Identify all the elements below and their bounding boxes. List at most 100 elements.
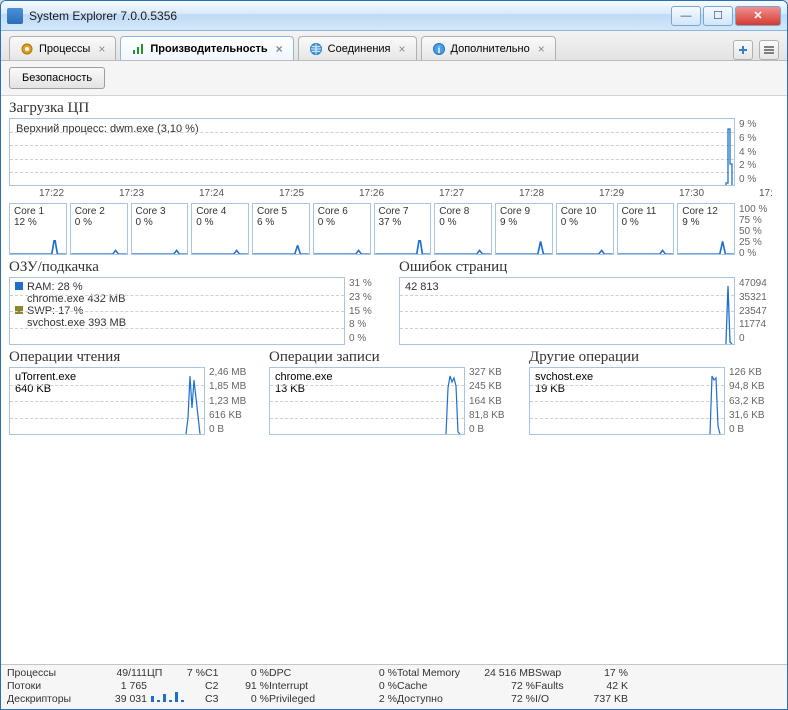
core-pct: 37 %: [379, 217, 427, 228]
titlebar[interactable]: System Explorer 7.0.0.5356 — ☐ ✕: [1, 1, 787, 31]
core-name: Core 10: [561, 206, 609, 217]
close-icon[interactable]: ×: [276, 42, 283, 56]
sb-c3-val: 0 %: [233, 693, 269, 705]
ops-other-y: 126 KB94,8 KB63,2 KB31,6 KB0 B: [729, 367, 779, 435]
ram-title: ОЗУ/подкачка: [9, 259, 389, 276]
plus-icon: [737, 44, 749, 56]
sb-threads-val: 1 765: [97, 680, 147, 692]
ram-graph[interactable]: RAM: 28 % chrome.exe 432 MB SWP: 17 % sv…: [9, 277, 345, 345]
close-icon[interactable]: ×: [538, 42, 545, 56]
core-box-10[interactable]: Core 100 %: [556, 203, 614, 255]
core-pct: 6 %: [257, 217, 305, 228]
core-box-5[interactable]: Core 56 %: [252, 203, 310, 255]
core-name: Core 8: [439, 206, 487, 217]
core-box-7[interactable]: Core 737 %: [374, 203, 432, 255]
sb-c1-label: C1: [205, 667, 233, 679]
sb-io-val: 737 KB: [580, 693, 628, 705]
faults-graph[interactable]: 42 813: [399, 277, 735, 345]
sb-cpu-val: 7 %: [175, 667, 205, 679]
sb-totalmem-label: Total Memory: [397, 667, 473, 679]
cores-row: Core 112 %Core 20 %Core 30 %Core 40 %Cor…: [9, 203, 779, 255]
core-box-8[interactable]: Core 80 %: [434, 203, 492, 255]
section-cpu: Загрузка ЦП Верхний процесс: dwm.exe (3,…: [9, 100, 779, 199]
sb-avail-val: 72 %: [473, 693, 535, 705]
core-name: Core 3: [136, 206, 184, 217]
menu-icon: [763, 45, 775, 55]
sb-interrupt-label: Interrupt: [269, 680, 319, 692]
faults-y-axis: 470943532123547117740: [739, 277, 779, 345]
maximize-button[interactable]: ☐: [703, 6, 733, 26]
cpu-top-process: Верхний процесс: dwm.exe (3,10 %): [16, 123, 728, 135]
core-name: Core 6: [318, 206, 366, 217]
core-name: Core 9: [500, 206, 548, 217]
ops-read-proc: uTorrent.exe: [15, 371, 199, 383]
info-icon: i: [432, 42, 446, 56]
close-icon[interactable]: ×: [98, 42, 105, 56]
window-title: System Explorer 7.0.0.5356: [29, 9, 177, 23]
core-pct: 9 %: [682, 217, 730, 228]
core-box-3[interactable]: Core 30 %: [131, 203, 189, 255]
core-name: Core 5: [257, 206, 305, 217]
ops-read-graph[interactable]: uTorrent.exe 640 KB: [9, 367, 205, 435]
tab-label: Процессы: [39, 43, 90, 55]
core-name: Core 11: [622, 206, 670, 217]
cpu-y-axis: 9 %6 %4 %2 %0 %: [739, 118, 779, 186]
core-pct: 12 %: [14, 217, 62, 228]
close-icon[interactable]: ×: [399, 42, 406, 56]
ram-line: RAM: 28 %: [27, 281, 83, 293]
core-pct: 0 %: [318, 217, 366, 228]
sb-cpu-label: ЦП: [147, 667, 175, 679]
close-button[interactable]: ✕: [735, 6, 781, 26]
cpu-graph[interactable]: Верхний процесс: dwm.exe (3,10 %): [9, 118, 735, 186]
core-box-9[interactable]: Core 99 %: [495, 203, 553, 255]
window-controls: — ☐ ✕: [669, 6, 781, 26]
sb-c2-label: C2: [205, 680, 233, 692]
tab-performance[interactable]: Производительность ×: [120, 36, 293, 60]
sb-priv-label: Privileged: [269, 693, 319, 705]
tab-additional[interactable]: i Дополнительно ×: [421, 36, 556, 60]
core-box-2[interactable]: Core 20 %: [70, 203, 128, 255]
core-pct: 0 %: [439, 217, 487, 228]
ops-other-title: Другие операции: [529, 349, 779, 366]
sb-handles-label: Дескрипторы: [7, 693, 97, 705]
content-area: Загрузка ЦП Верхний процесс: dwm.exe (3,…: [1, 96, 787, 664]
ops-read-title: Операции чтения: [9, 349, 259, 366]
chart-icon: [131, 42, 145, 56]
core-box-4[interactable]: Core 40 %: [191, 203, 249, 255]
cores-y-axis: 100 %75 %50 %25 %0 %: [739, 203, 779, 255]
status-bar: Процессы 49/111 ЦП 7 % C1 0 % DPC 0 % To…: [1, 664, 787, 709]
core-box-6[interactable]: Core 60 %: [313, 203, 371, 255]
tab-menu-button[interactable]: [759, 40, 779, 60]
core-box-1[interactable]: Core 112 %: [9, 203, 67, 255]
ram-swatch: [15, 282, 23, 290]
core-pct: 0 %: [75, 217, 123, 228]
tab-processes[interactable]: Процессы ×: [9, 36, 116, 60]
core-box-11[interactable]: Core 110 %: [617, 203, 675, 255]
core-pct: 0 %: [136, 217, 184, 228]
sb-priv-val: 2 %: [367, 693, 397, 705]
sb-dpc-label: DPC: [269, 667, 319, 679]
core-box-12[interactable]: Core 129 %: [677, 203, 735, 255]
security-button[interactable]: Безопасность: [9, 67, 105, 89]
add-tab-button[interactable]: [733, 40, 753, 60]
ops-write-graph[interactable]: chrome.exe 13 KB: [269, 367, 465, 435]
ops-other-graph[interactable]: svchost.exe 19 KB: [529, 367, 725, 435]
ram-y-axis: 31 %23 %15 %8 %0 %: [349, 277, 389, 345]
tab-label: Производительность: [150, 43, 267, 55]
sb-cache-val: 72 %: [473, 680, 535, 692]
ops-write-proc: chrome.exe: [275, 371, 459, 383]
sb-dpc-val: 0 %: [367, 667, 397, 679]
sb-swap-label: Swap: [535, 667, 580, 679]
sb-c1-val: 0 %: [233, 667, 269, 679]
minimize-button[interactable]: —: [671, 6, 701, 26]
sb-avail-label: Доступно: [397, 693, 473, 705]
tab-connections[interactable]: Соединения ×: [298, 36, 417, 60]
sb-faults-val: 42 K: [580, 680, 628, 692]
core-name: Core 12: [682, 206, 730, 217]
tab-label: Соединения: [328, 43, 391, 55]
sb-processes-label: Процессы: [7, 667, 97, 679]
sb-processes-val: 49/111: [97, 667, 147, 679]
ram-faults-row: ОЗУ/подкачка RAM: 28 % chrome.exe 432 MB…: [9, 259, 779, 345]
core-name: Core 1: [14, 206, 62, 217]
globe-icon: [309, 42, 323, 56]
